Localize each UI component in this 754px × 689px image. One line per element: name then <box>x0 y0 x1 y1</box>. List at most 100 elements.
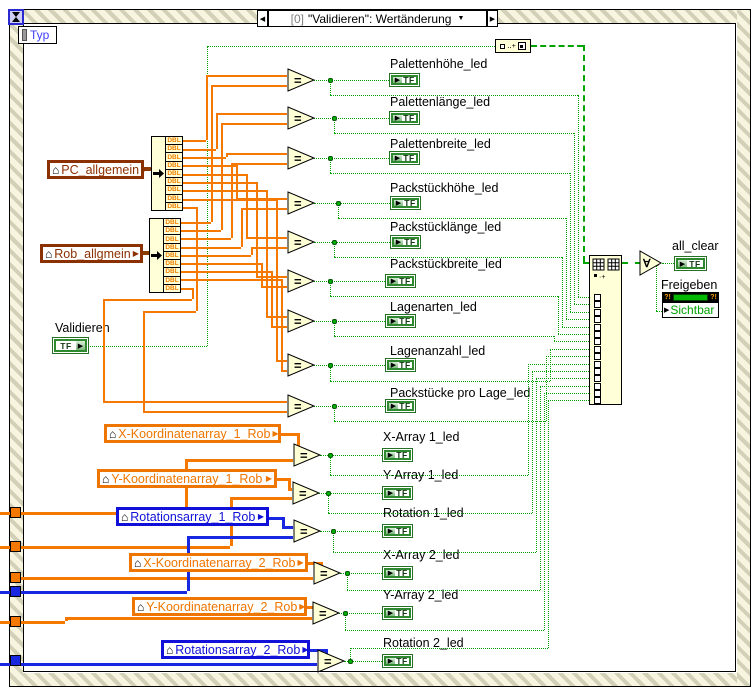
timeout-terminal[interactable] <box>8 9 24 25</box>
control-terminal[interactable]: ⌂ Rob_allgmein ▶ <box>40 244 143 263</box>
wire <box>528 364 529 475</box>
equal-comparator-node[interactable]: = <box>287 106 317 130</box>
tf-led-indicator[interactable]: ▶ TF <box>385 358 416 372</box>
event-case-selector[interactable]: [0] "Validieren": Wertänderung ▼ <box>268 10 487 27</box>
unbundle-element[interactable]: DBL <box>164 260 180 269</box>
unbundle-element[interactable]: DBL <box>164 227 180 236</box>
unbundle-element[interactable]: DBL <box>166 169 182 179</box>
unbundle-element[interactable]: DBL <box>164 284 180 292</box>
equal-comparator-node[interactable]: = <box>287 68 317 92</box>
wire <box>333 531 334 552</box>
build-array-input[interactable] <box>594 368 601 375</box>
build-array-input[interactable] <box>594 324 601 331</box>
build-array-input[interactable] <box>594 383 601 390</box>
tf-led-indicator[interactable]: ▶ TF <box>382 448 413 462</box>
control-terminal[interactable]: ⌂ Rotationsarray_2_Rob ▶ <box>161 640 310 659</box>
array-square-icon <box>517 42 526 50</box>
control-terminal[interactable]: ⌂ Y-Koordinatenarray_2_Rob ▶ <box>132 597 307 616</box>
tf-glyph: TF <box>399 276 411 286</box>
tf-led-indicator[interactable]: ▶ TF <box>390 196 421 210</box>
build-array-input[interactable] <box>594 338 601 345</box>
validieren-tf-control[interactable]: TF ▶ <box>52 337 89 354</box>
unbundle-element[interactable]: DBL <box>166 153 182 162</box>
wire <box>550 349 551 381</box>
control-terminal[interactable]: ⌂ Y-Koordinatenarray_1_Rob ▶ <box>97 469 277 488</box>
equal-comparator-node[interactable]: = <box>287 309 317 333</box>
tf-led-indicator[interactable]: ▶ TF <box>382 654 413 668</box>
wire <box>314 321 385 322</box>
house-icon: ⌂ <box>45 246 53 261</box>
equal-comparator-node[interactable]: = <box>287 353 317 377</box>
unbundle-element[interactable]: DBL <box>164 276 180 285</box>
property-node-freigeben[interactable]: ?! ?! ▶ Sichtbar <box>662 292 719 318</box>
equal-comparator-node[interactable]: = <box>287 146 317 170</box>
build-array-input[interactable] <box>594 331 601 338</box>
tf-led-indicator[interactable]: ▶ TF <box>385 399 416 413</box>
equal-comparator-node[interactable]: = <box>287 394 317 418</box>
unbundle-node[interactable]: DBL DBL DBL DBL DBL DBL DBL DBL DBL <box>149 218 181 293</box>
unbundle-element[interactable]: DBL <box>164 219 180 228</box>
build-array-input[interactable] <box>594 316 601 323</box>
build-array-input[interactable] <box>594 353 601 360</box>
unbundle-element[interactable]: DBL <box>164 251 180 261</box>
selector-next-button[interactable]: ▶ <box>487 10 498 27</box>
tf-led-indicator[interactable]: ▶ TF <box>385 314 416 328</box>
equal-comparator-node[interactable]: = <box>287 191 317 215</box>
equal-comparator-node[interactable]: = <box>287 269 317 293</box>
tf-led-indicator[interactable]: ▶ TF <box>382 486 413 500</box>
unbundle-element[interactable]: DBL <box>164 235 180 244</box>
unbundle-element[interactable]: DBL <box>166 178 182 187</box>
tf-led-indicator[interactable]: ▶ TF <box>382 606 413 620</box>
build-array-input[interactable] <box>594 390 601 397</box>
led-label: Palettenlänge_led <box>390 95 491 109</box>
control-terminal[interactable]: ⌂ X-Koordinatenarray_2_Rob ▶ <box>129 553 308 572</box>
event-structure-border-left[interactable] <box>10 10 23 686</box>
all-clear-tf-indicator[interactable]: ▶ TF <box>674 256 707 271</box>
equal-comparator-node[interactable]: = <box>317 649 347 673</box>
unbundle-node[interactable]: DBL DBL DBL DBL DBL DBL DBL DBL DBL <box>151 136 183 211</box>
tf-led-indicator[interactable]: ▶ TF <box>385 274 416 288</box>
tf-led-indicator[interactable]: ▶ TF <box>390 235 421 249</box>
build-array-input[interactable] <box>594 361 601 368</box>
tf-led-indicator[interactable]: ▶ TF <box>382 566 413 580</box>
unbundle-element[interactable]: DBL <box>166 194 182 203</box>
unbundle-element[interactable]: DBL <box>164 243 180 252</box>
property-sichtbar-row[interactable]: ▶ Sichtbar <box>663 302 718 317</box>
unbundle-element[interactable]: DBL <box>166 145 182 154</box>
build-array-input[interactable] <box>594 309 601 316</box>
unbundle-element[interactable]: DBL <box>166 186 182 195</box>
equal-comparator-node[interactable]: = <box>293 443 323 467</box>
led-label: Packstücke pro Lage_led <box>390 386 531 400</box>
wire <box>241 208 243 247</box>
equal-comparator-node[interactable]: = <box>293 519 323 543</box>
event-structure-border-right[interactable] <box>737 10 750 686</box>
tf-led-indicator[interactable]: ▶ TF <box>389 151 420 165</box>
build-array-input[interactable] <box>594 375 601 382</box>
wire <box>143 311 196 313</box>
build-array-input[interactable] <box>594 397 601 404</box>
event-structure-border-bottom[interactable] <box>10 673 750 686</box>
tf-led-indicator[interactable]: ▶ TF <box>382 524 413 538</box>
tunnel <box>10 572 21 583</box>
build-array-input[interactable] <box>594 294 601 301</box>
equal-comparator-node[interactable]: = <box>292 481 322 505</box>
control-terminal[interactable]: ⌂ PC_allgemein ▶ <box>47 160 147 179</box>
equal-comparator-node[interactable]: = <box>312 601 342 625</box>
event-data-node[interactable]: Typ <box>18 26 57 44</box>
and-array-elements-node[interactable]: ∀ <box>639 250 664 277</box>
wire <box>183 182 256 184</box>
equal-comparator-node[interactable]: = <box>313 561 343 585</box>
tf-led-indicator[interactable]: ▶ TF <box>389 73 420 87</box>
tf-led-indicator[interactable]: ▶ TF <box>389 111 420 125</box>
unbundle-element[interactable]: DBL <box>166 137 182 146</box>
control-terminal[interactable]: ⌂ X-Koordinatenarray_1_Rob ▶ <box>104 424 281 443</box>
array-concat-node[interactable]: ‥+ <box>495 39 531 53</box>
selector-prev-button[interactable]: ◀ <box>257 10 268 27</box>
unbundle-element[interactable]: DBL <box>164 268 180 277</box>
unbundle-element[interactable]: DBL <box>166 202 182 210</box>
control-terminal[interactable]: ⌂ Rotationsarray_1_Rob ▶ <box>116 507 269 526</box>
unbundle-element[interactable]: DBL <box>166 161 182 170</box>
build-array-input[interactable] <box>594 346 601 353</box>
build-array-input[interactable] <box>594 301 601 308</box>
equal-comparator-node[interactable]: = <box>287 230 317 254</box>
